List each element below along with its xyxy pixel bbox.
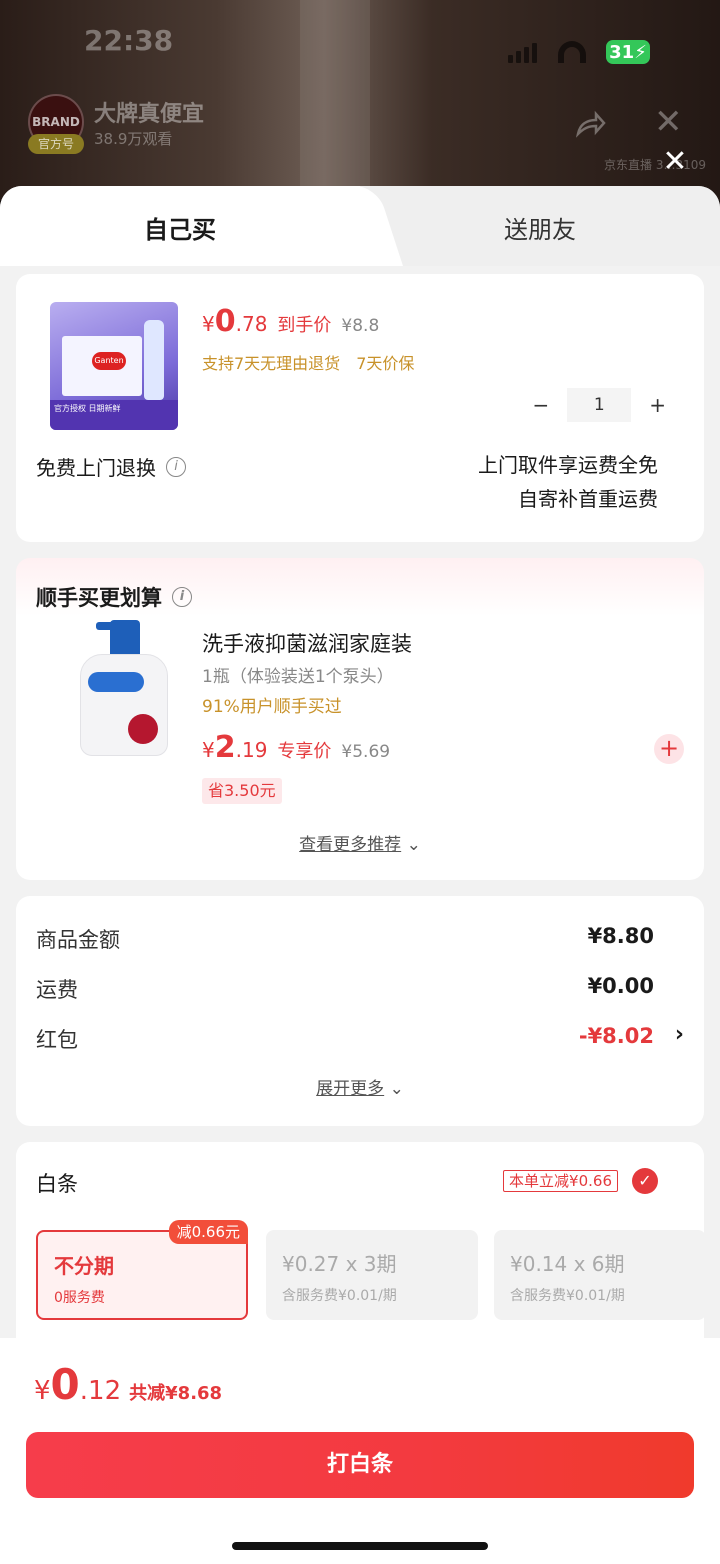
tab-buy-for-self[interactable]: 自己买 (0, 210, 360, 245)
tab-send-to-friend[interactable]: 送朋友 (360, 210, 720, 245)
plan-discount-badge: 减0.66元 (168, 1220, 248, 1244)
pump-head (96, 620, 140, 656)
shipping-value: ¥0.00 (587, 974, 654, 998)
baitiao-title: 白条 (36, 1172, 78, 1196)
addon-title: 顺手买更划算 (36, 586, 162, 610)
light-glow (300, 0, 370, 200)
brand-logo: Ganten (92, 352, 126, 370)
share-icon[interactable] (574, 108, 606, 140)
chevron-down-icon: ⌄ (389, 1079, 404, 1099)
order-summary-card: 商品金额 ¥8.80 运费 ¥0.00 红包 -¥8.02 › 展开更多 ⌄ (16, 896, 704, 1126)
summary-row-goods: 商品金额 ¥8.80 (36, 924, 654, 954)
quantity-field[interactable]: 1 (567, 388, 632, 422)
total-price: ¥ 0 .12 共减¥8.68 (34, 1360, 222, 1409)
addon-spec: 1瓶（体验装送1个泵头） (202, 667, 394, 687)
live-view-count: 38.9万观看 (94, 130, 173, 148)
battery-icon: 31 ⚡ (606, 40, 650, 64)
addon-price-label: 专享价 (277, 741, 332, 762)
product-card: Ganten 官方授权 日期新鲜 ¥0.78 到手价 ¥8.8 支持7天无理由退… (16, 274, 704, 542)
purchase-tabs: 自己买 送朋友 (0, 186, 720, 266)
addon-price-integer: 2 (214, 730, 236, 765)
more-recommend-link[interactable]: 查看更多推荐 ⌄ (16, 830, 704, 855)
goods-amount-value: ¥8.80 (587, 924, 654, 948)
addon-title-row: 顺手买更划算 i (36, 582, 192, 612)
addon-recommend-card: 顺手买更划算 i 洗手液抑菌滋润家庭装 1瓶（体验装送1个泵头） 91%用户顺手… (16, 558, 704, 880)
addon-save-badge: 省3.50元 (202, 778, 282, 804)
more-recommend-label: 查看更多推荐 (299, 835, 402, 855)
service-price-protect: 7天价保 (356, 354, 415, 373)
price-integer: 0 (214, 304, 236, 339)
shipping-label: 运费 (36, 978, 78, 1002)
plan-title: 不分期 (54, 1254, 114, 1278)
plan-sub: 0服务费 (54, 1290, 105, 1306)
increase-button[interactable]: + (649, 393, 666, 417)
service-tags: 支持7天无理由退货 7天价保 (202, 350, 414, 374)
pay-with-baitiao-button[interactable]: 打白条 (26, 1432, 694, 1498)
water-bottle (144, 320, 164, 400)
plan-title: ¥0.14 x 6期 (510, 1252, 625, 1276)
free-return-row: 免费上门退换 i (36, 452, 186, 481)
wifi-icon (558, 41, 586, 63)
original-price: ¥8.8 (341, 316, 380, 336)
checkout-bar: ¥ 0 .12 共减¥8.68 打白条 (0, 1338, 720, 1564)
total-integer: 0 (50, 1360, 80, 1409)
addon-price-yen: ¥ (202, 738, 215, 762)
close-live-icon[interactable]: ✕ (654, 105, 686, 139)
chevron-down-icon: ⌄ (406, 835, 421, 855)
return-note-line2: 自寄补首重运费 (518, 487, 658, 511)
price-decimal: .78 (235, 312, 268, 336)
info-icon[interactable]: i (166, 456, 186, 477)
product-image[interactable]: Ganten 官方授权 日期新鲜 (50, 302, 178, 430)
bottle-label (88, 672, 144, 692)
plan-no-installment[interactable]: 减0.66元 不分期 0服务费 (36, 1220, 248, 1320)
status-time: 22:38 (84, 24, 174, 57)
free-return-label: 免费上门退换 (36, 456, 156, 480)
image-band-text: 官方授权 日期新鲜 (50, 400, 178, 430)
expand-more-label: 展开更多 (316, 1079, 385, 1099)
product-price: ¥0.78 到手价 ¥8.8 (202, 304, 379, 339)
addon-product-image[interactable] (66, 620, 178, 760)
addon-info-icon[interactable]: i (172, 587, 192, 607)
baitiao-check-icon[interactable]: ✓ (632, 1168, 658, 1194)
summary-row-redpacket[interactable]: 红包 -¥8.02 (36, 1024, 654, 1054)
total-decimal: .12 (79, 1376, 122, 1406)
total-yen: ¥ (34, 1376, 51, 1406)
home-indicator[interactable] (232, 1542, 488, 1550)
decrease-button[interactable]: − (532, 393, 549, 417)
live-room-id: 京东直播 3…3109 (604, 158, 706, 172)
live-title: 大牌真便宜 (94, 102, 205, 127)
price-yen: ¥ (202, 312, 215, 336)
close-sheet-icon[interactable]: ✕ (660, 147, 690, 178)
plan-sub: 含服务费¥0.01/期 (282, 1288, 397, 1304)
plan-6-installments[interactable]: ¥0.14 x 6期 含服务费¥0.01/期 (494, 1230, 704, 1320)
addon-original-price: ¥5.69 (341, 742, 391, 762)
return-note: 上门取件享运费全免 自寄补首重运费 (478, 448, 658, 516)
official-badge: 官方号 (28, 134, 84, 154)
addon-price-decimal: .19 (235, 738, 268, 762)
goods-amount-label: 商品金额 (36, 928, 120, 952)
chevron-right-icon[interactable]: › (675, 1022, 684, 1047)
cellular-signal-icon (508, 41, 538, 63)
return-note-line1: 上门取件享运费全免 (478, 453, 658, 477)
plan-title: ¥0.27 x 3期 (282, 1252, 397, 1276)
expand-more-link[interactable]: 展开更多 ⌄ (16, 1074, 704, 1099)
price-label: 到手价 (277, 315, 332, 336)
add-addon-button[interactable]: + (654, 734, 684, 764)
status-icons: 31 ⚡ (508, 40, 650, 64)
addon-product-name[interactable]: 洗手液抑菌滋润家庭装 (202, 628, 412, 658)
service-return: 支持7天无理由退货 (202, 354, 341, 373)
baitiao-promo-tag: 本单立减¥0.66 (503, 1170, 618, 1192)
addon-price: ¥2.19 专享价 ¥5.69 (202, 730, 390, 765)
bottle-body (80, 654, 168, 756)
redpacket-value: -¥8.02 (578, 1024, 654, 1048)
plan-3-installments[interactable]: ¥0.27 x 3期 含服务费¥0.01/期 (266, 1230, 478, 1320)
pomegranate (128, 714, 158, 744)
plan-sub: 含服务费¥0.01/期 (510, 1288, 625, 1304)
summary-row-shipping: 运费 ¥0.00 (36, 974, 654, 1004)
battery-level: 31 (609, 41, 635, 63)
total-discount: 共减¥8.68 (129, 1383, 223, 1404)
quantity-stepper: − 1 + (532, 388, 666, 422)
redpacket-label: 红包 (36, 1028, 78, 1052)
addon-buy-percent: 91%用户顺手买过 (202, 697, 342, 717)
